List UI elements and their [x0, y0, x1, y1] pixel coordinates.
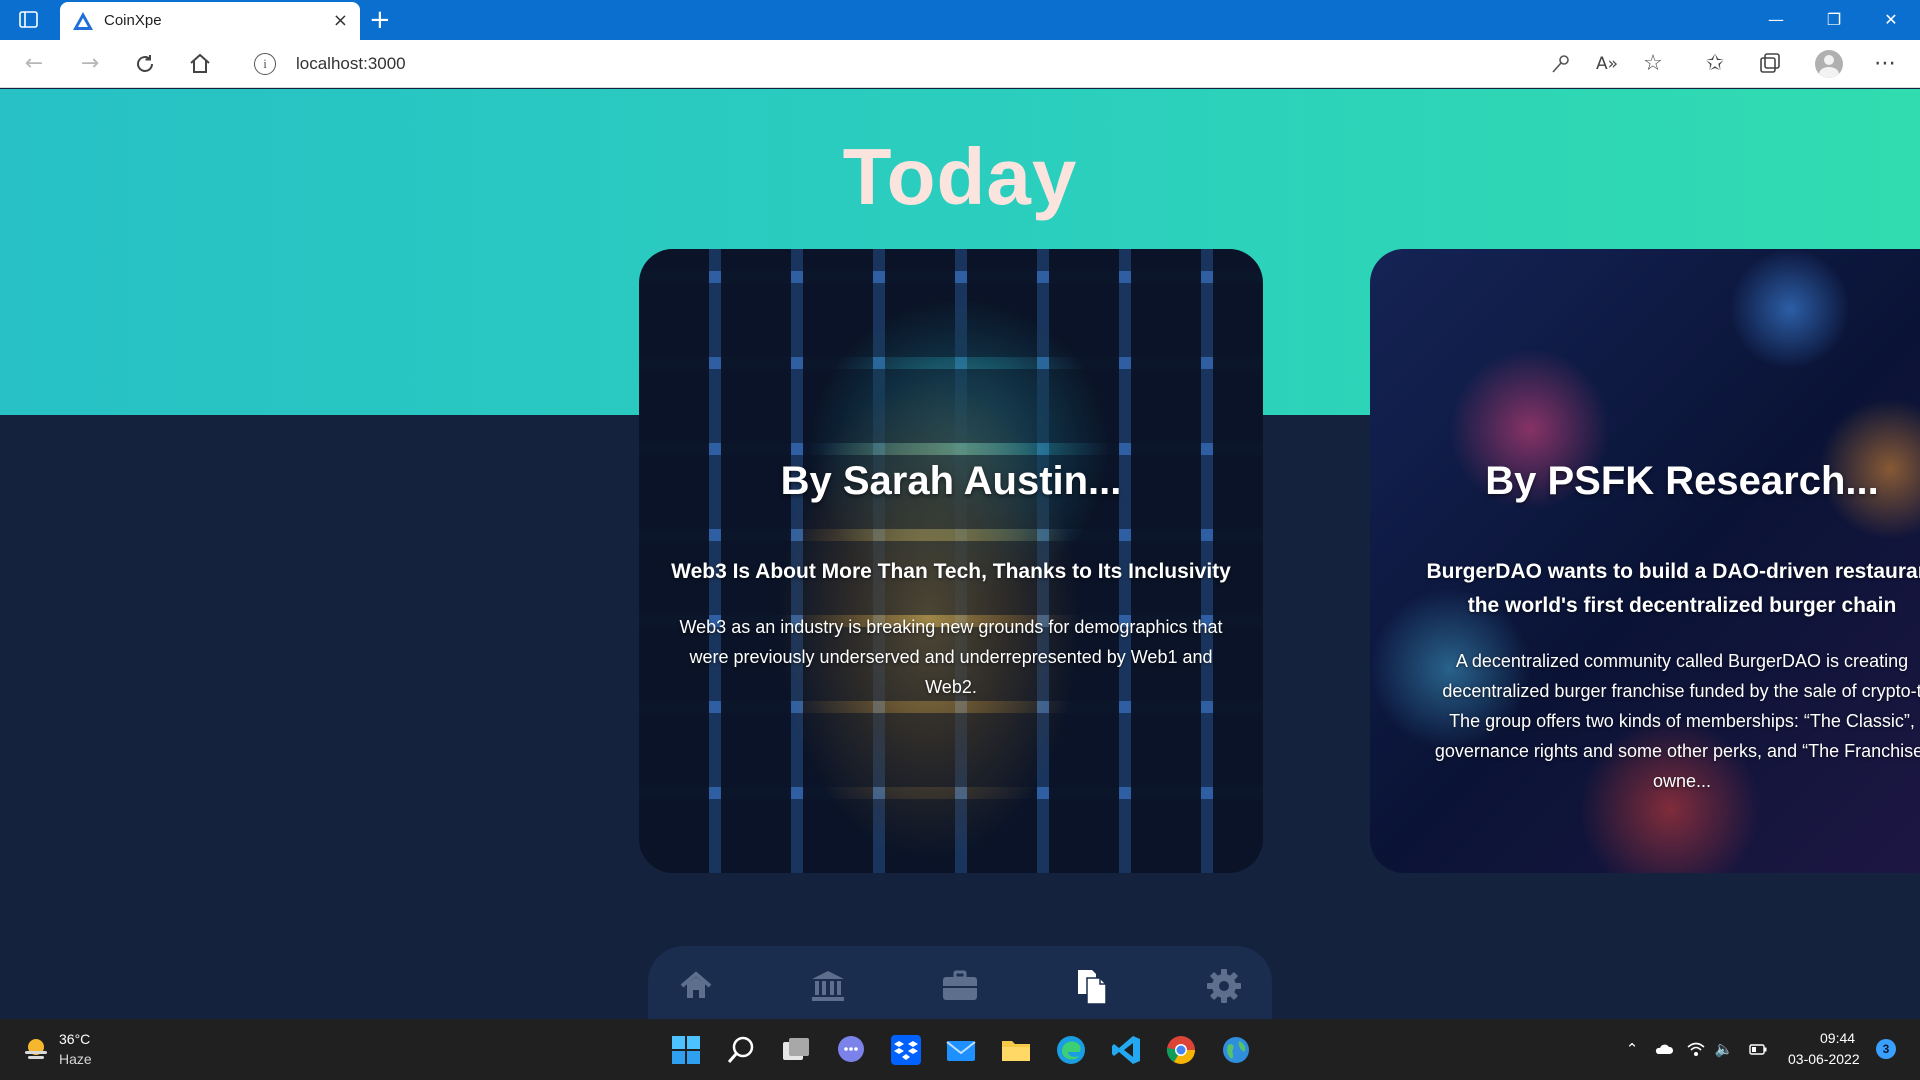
briefcase-icon[interactable]: [940, 966, 980, 1006]
vscode-icon[interactable]: [1109, 1033, 1143, 1067]
home-icon[interactable]: [676, 966, 716, 1006]
card-summary: A decentralized community called BurgerD…: [1374, 646, 1920, 796]
onedrive-icon[interactable]: [1654, 1039, 1674, 1059]
home-icon[interactable]: [188, 52, 212, 76]
news-card[interactable]: By PSFK Research... BurgerDAO wants to b…: [1370, 249, 1920, 873]
url-text[interactable]: localhost:3000: [296, 54, 406, 74]
bank-icon[interactable]: [808, 966, 848, 1006]
start-icon[interactable]: [669, 1033, 703, 1067]
wifi-icon[interactable]: [1686, 1039, 1706, 1059]
collections-icon[interactable]: [1758, 52, 1782, 76]
card-summary-line: Web3 as an industry is breaking new grou…: [679, 617, 1223, 637]
search-icon[interactable]: [724, 1033, 758, 1067]
page-title: Today: [842, 132, 1078, 221]
clock-time[interactable]: 09:44: [1820, 1030, 1920, 1046]
card-headline-line: BurgerDAO wants to build a DAO-driven re…: [1426, 560, 1920, 583]
minimize-button[interactable]: —: [1753, 8, 1799, 32]
teams-chat-icon[interactable]: [834, 1033, 868, 1067]
clock-date[interactable]: 03-06-2022: [1788, 1051, 1860, 1067]
card-summary: Web3 as an industry is breaking new grou…: [647, 612, 1255, 702]
card-summary-line: owne...: [1652, 771, 1712, 791]
read-aloud-icon[interactable]: A»: [1595, 52, 1619, 76]
webpage: Today By Sarah Austin... Web3 Is About M…: [0, 89, 1920, 1019]
weather-haze-icon[interactable]: [22, 1034, 50, 1062]
documents-icon[interactable]: [1072, 966, 1112, 1006]
more-options-icon[interactable]: ⋯: [1873, 52, 1897, 76]
favorites-icon[interactable]: ✩: [1703, 52, 1727, 76]
task-view-icon[interactable]: [779, 1033, 813, 1067]
card-author: By Sarah Austin...: [780, 459, 1122, 503]
volume-icon[interactable]: 🔈: [1714, 1039, 1734, 1059]
site-info-icon[interactable]: i: [254, 53, 276, 75]
browser-toolbar: ← → i localhost:3000 A» ☆ ✩ ⋯: [0, 40, 1920, 88]
forward-icon[interactable]: →: [78, 52, 102, 76]
mail-icon[interactable]: [944, 1033, 978, 1067]
show-hidden-icons-icon[interactable]: ⌃: [1622, 1039, 1642, 1059]
coinxpe-favicon-icon: [73, 12, 93, 30]
taskbar: 36°C Haze ⌃ 🔈 09:44 03-06-2022 3: [0, 1019, 1920, 1080]
battery-icon[interactable]: [1748, 1039, 1768, 1059]
edge-icon[interactable]: [1054, 1033, 1088, 1067]
new-tab-button[interactable]: +: [369, 6, 391, 34]
tab-close-icon[interactable]: ×: [333, 11, 348, 31]
globe-browser-icon[interactable]: [1219, 1033, 1253, 1067]
restore-button[interactable]: ❐: [1811, 8, 1857, 32]
key-icon[interactable]: [1549, 52, 1573, 76]
gear-icon[interactable]: [1204, 966, 1244, 1006]
address-bar[interactable]: i localhost:3000: [236, 46, 1536, 82]
browser-titlebar: CoinXpe × + — ❐ ✕: [0, 0, 1920, 40]
card-summary-line: A decentralized community called BurgerD…: [1455, 651, 1909, 671]
add-favorite-icon[interactable]: ☆: [1641, 52, 1665, 76]
card-summary-line: The group offers two kinds of membership…: [1449, 711, 1915, 731]
card-summary-line: Web2.: [925, 677, 977, 697]
news-card[interactable]: By Sarah Austin... Web3 Is About More Th…: [639, 249, 1263, 873]
file-explorer-icon[interactable]: [999, 1033, 1033, 1067]
notification-badge[interactable]: 3: [1876, 1039, 1896, 1059]
refresh-icon[interactable]: [133, 52, 157, 76]
card-headline: BurgerDAO wants to build a DAO-driven re…: [1376, 555, 1920, 623]
back-icon[interactable]: ←: [22, 52, 46, 76]
profile-avatar[interactable]: [1815, 50, 1843, 78]
weather-description: Haze: [59, 1051, 92, 1067]
card-summary-line: were previously underserved and underrep…: [689, 647, 1213, 667]
card-summary-line: decentralized burger franchise funded by…: [1442, 681, 1920, 701]
close-window-button[interactable]: ✕: [1868, 8, 1914, 32]
card-headline-line: the world's first decentralized burger c…: [1467, 594, 1897, 617]
tab-actions-icon[interactable]: [18, 10, 40, 30]
weather-temperature: 36°C: [59, 1031, 91, 1047]
bottom-nav: [648, 946, 1272, 1019]
card-author: By PSFK Research...: [1485, 459, 1879, 503]
tab-title: CoinXpe: [104, 12, 162, 29]
card-summary-line: governance rights and some other perks, …: [1434, 741, 1920, 761]
chrome-icon[interactable]: [1164, 1033, 1198, 1067]
card-headline: Web3 Is About More Than Tech, Thanks to …: [671, 560, 1231, 583]
browser-tab-active[interactable]: CoinXpe ×: [60, 2, 360, 40]
dropbox-icon[interactable]: [889, 1033, 923, 1067]
